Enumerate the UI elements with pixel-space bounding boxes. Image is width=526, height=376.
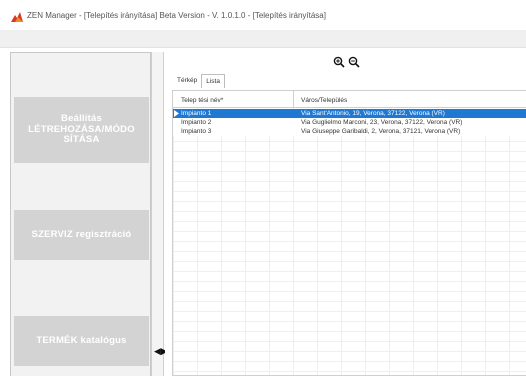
main-content-panel: Térkép Lista Telep tési név* Város/Telep… [165, 52, 526, 376]
product-catalog-button[interactable]: TERMÉK katalógus [14, 316, 149, 366]
column-divider[interactable] [293, 91, 294, 108]
service-registration-button[interactable]: SZERVIZ regisztráció [14, 210, 149, 260]
window-title: ZEN Manager - [Telepítés irányítása] Bet… [27, 11, 326, 20]
installation-name-cell: Impianto 1 [181, 110, 212, 117]
settings-create-modify-button[interactable]: Beállítás LÉTREHOZÁSA/MÓDO SÍTÁSA [14, 97, 149, 163]
table-header: Telep tési név* Város/Település [173, 91, 526, 108]
settings-button-line1: Beállítás [61, 112, 102, 124]
column-header-city[interactable]: Város/Település [301, 97, 347, 104]
title-bar: ZEN Manager - [Telepítés irányítása] Bet… [0, 0, 526, 30]
zoom-out-icon[interactable] [348, 56, 360, 68]
window-frame-strip [0, 30, 526, 48]
settings-button-line3: SÍTÁSA [63, 134, 100, 146]
installation-name-cell: Impianto 2 [181, 119, 212, 126]
app-logo-icon [11, 12, 23, 22]
table-row[interactable]: Impianto 3 Via Giuseppe Garibaldi, 2, Ve… [173, 127, 526, 136]
installation-address-cell: Via Guglielmo Marconi, 23, Verona, 37122… [301, 119, 463, 126]
product-catalog-label: TERMÉK katalógus [36, 334, 127, 346]
column-header-name[interactable]: Telep tési név* [181, 97, 223, 104]
tab-map[interactable]: Térkép [173, 74, 201, 88]
zoom-in-icon[interactable] [333, 56, 345, 68]
table-row[interactable]: Impianto 1 Via Sant'Antonio, 19, Verona,… [173, 109, 526, 118]
view-tabs: Térkép Lista [173, 74, 225, 88]
installation-address-cell: Via Giuseppe Garibaldi, 2, Verona, 37121… [301, 128, 461, 135]
installation-address-cell: Via Sant'Antonio, 19, Verona, 37122, Ver… [301, 110, 445, 117]
left-navigation-panel: Beállítás LÉTREHOZÁSA/MÓDO SÍTÁSA SZERVI… [10, 52, 151, 376]
row-selector-icon [174, 110, 179, 117]
tab-list[interactable]: Lista [201, 74, 225, 88]
installations-table: Telep tési név* Város/Település Impianto… [172, 90, 526, 376]
panel-splitter[interactable]: ◀▶ [151, 52, 168, 376]
table-row[interactable]: Impianto 2 Via Guglielmo Marconi, 23, Ve… [173, 118, 526, 127]
installation-name-cell: Impianto 3 [181, 128, 212, 135]
service-registration-label: SZERVIZ regisztráció [31, 228, 132, 240]
